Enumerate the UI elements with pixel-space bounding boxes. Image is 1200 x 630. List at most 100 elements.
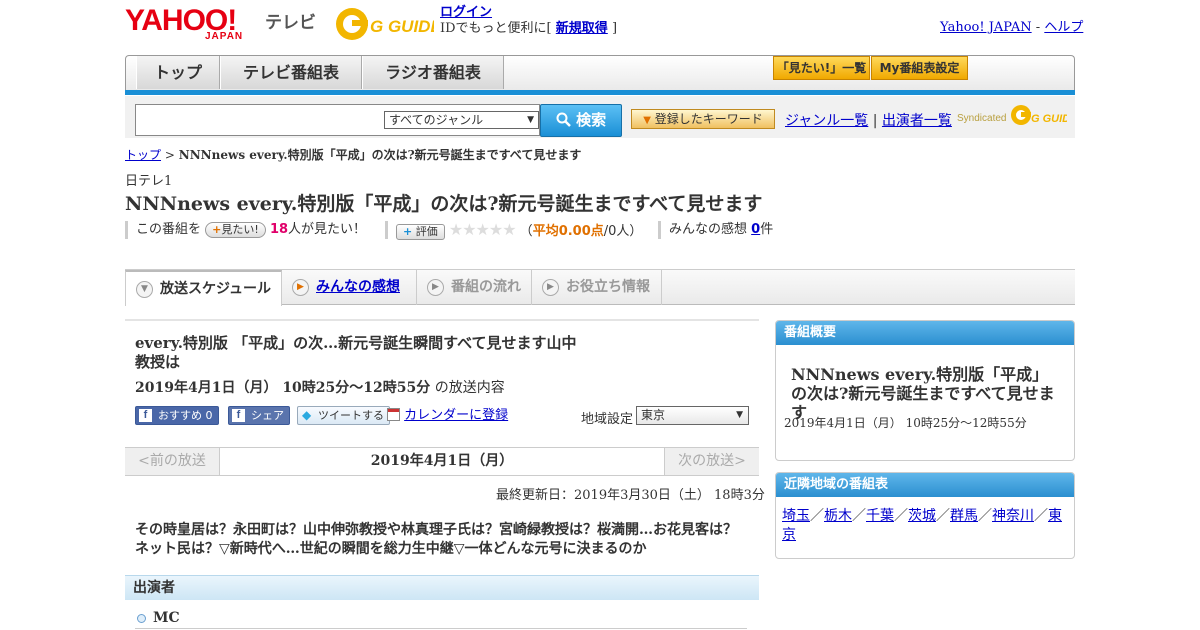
mitai-button-label: 見たい!	[221, 222, 259, 236]
registered-keywords-label: 登録したキーワード	[654, 112, 763, 126]
chevron-down-icon: ▼	[736, 410, 743, 420]
facebook-recommend-label: おすすめ 0	[158, 409, 213, 422]
register-link[interactable]: 新規取得	[556, 21, 608, 36]
region-link-saitama[interactable]: 埼玉	[782, 508, 810, 524]
mitai-segment: この番組を +見たい! 18人が見たい！	[125, 221, 366, 239]
breadcrumb-current: NNNnews every.特別版「平成」の次は?新元号誕生まですべて見せます	[178, 148, 582, 162]
program-summary-box: 番組概要 NNNnews every.特別版「平成」の次は?新元号誕生まですべて…	[775, 320, 1075, 461]
tab-useful-info[interactable]: ▶ お役立ち情報	[532, 270, 662, 305]
rating-open: （	[519, 224, 533, 239]
logo-japan-text: JAPAN	[205, 31, 244, 42]
calendar-register[interactable]: カレンダーに登録	[387, 407, 508, 426]
facebook-share-label: シェア	[251, 409, 284, 422]
region-select[interactable]: 東京 ▼	[636, 406, 749, 425]
arrow-right-circle-icon: ▶	[292, 279, 309, 296]
bullet-icon	[137, 613, 146, 623]
tab-label: 放送スケジュール	[160, 281, 272, 297]
facebook-recommend-button[interactable]: f おすすめ 0	[135, 406, 219, 425]
arrow-down-icon: ▼	[643, 115, 651, 126]
rate-button[interactable]: + 評価	[396, 223, 445, 240]
star-icon: ★	[475, 220, 490, 239]
mitai-button[interactable]: +見たい!	[205, 221, 266, 238]
region-sep: ／	[1034, 508, 1048, 524]
top-right-sep: -	[1035, 20, 1041, 35]
program-summary-heading: 番組概要	[776, 321, 1074, 345]
episode-date-suffix: の放送内容	[434, 380, 505, 396]
search-button[interactable]: 検索	[540, 104, 622, 137]
region-link-chiba[interactable]: 千葉	[866, 508, 894, 524]
nav-tab-top[interactable]: トップ	[136, 56, 220, 89]
facebook-share-button[interactable]: f シェア	[228, 406, 290, 425]
episode-date-row: 2019年4月1日（月） 10時25分～12時55分 の放送内容	[135, 377, 505, 397]
genre-list-link[interactable]: ジャンル一覧	[785, 113, 868, 129]
region-sep: ／	[936, 508, 950, 524]
last-updated: 最終更新日：2019年3月30日（土） 18時3分	[496, 488, 765, 503]
twitter-bird-icon: ◆	[302, 408, 312, 422]
performer-list-link[interactable]: 出演者一覧	[882, 113, 952, 129]
mitai-suffix: 人が見たい！	[288, 222, 367, 237]
region-link-ibaraki[interactable]: 茨城	[908, 508, 936, 524]
help-link[interactable]: ヘルプ	[1044, 20, 1083, 35]
prev-broadcast-button[interactable]: <前の放送	[125, 448, 220, 475]
tab-program-flow[interactable]: ▶ 番組の流れ	[417, 270, 532, 305]
tv-logo-text: テレビ	[265, 13, 316, 33]
tab-impressions[interactable]: ▶ みんなの感想	[282, 270, 417, 305]
channel-name: 日テレ1	[125, 174, 173, 189]
gguide-logo[interactable]: G GUIDE	[334, 6, 442, 42]
episode-date: 2019年4月1日（月） 10時25分～12時55分	[135, 380, 431, 396]
tweet-button[interactable]: ◆ ツイートする	[297, 406, 390, 425]
calendar-register-link[interactable]: カレンダーに登録	[404, 408, 508, 423]
next-broadcast-button[interactable]: 次の放送>	[664, 448, 759, 475]
mitai-count: 18	[269, 222, 289, 237]
current-day: 2019年4月1日（月）	[220, 448, 664, 475]
tab-label: お役立ち情報	[566, 279, 650, 295]
registered-keywords-button[interactable]: ▼ 登録したキーワード	[631, 109, 775, 129]
region-sep: ／	[894, 508, 908, 524]
episode-title: every.特別版 「平成」の次…新元号誕生瞬間すべて見せます山中教授は	[135, 334, 577, 371]
star-icon: ★	[488, 220, 503, 239]
region-link-kanagawa[interactable]: 神奈川	[992, 508, 1034, 524]
rating-average: 平均0.00点	[532, 224, 604, 239]
login-link[interactable]: ログイン	[440, 5, 492, 20]
yahoo-japan-link[interactable]: Yahoo! JAPAN	[940, 20, 1032, 35]
nav-tab-tv-schedule[interactable]: テレビ番組表	[220, 56, 362, 89]
rating-people: /0人）	[603, 224, 643, 239]
breadcrumb-top-link[interactable]: トップ	[125, 148, 161, 162]
day-navigation: <前の放送 2019年4月1日（月） 次の放送>	[125, 447, 759, 476]
impressions-label: みんなの感想	[669, 222, 748, 237]
nearby-regions-heading: 近隣地域の番組表	[776, 473, 1074, 497]
cast-role: MC	[153, 610, 180, 626]
search-button-label: 検索	[576, 111, 607, 129]
region-sep: ／	[978, 508, 992, 524]
impressions-suffix: 件	[760, 222, 774, 237]
my-schedule-settings-button[interactable]: My番組表設定	[871, 56, 968, 80]
tab-label: 番組の流れ	[451, 279, 521, 295]
tab-broadcast-schedule[interactable]: ▼ 放送スケジュール	[125, 270, 282, 306]
region-link-tochigi[interactable]: 栃木	[824, 508, 852, 524]
genre-select-value: すべてのジャンル	[389, 113, 484, 127]
impressions-count-link[interactable]: 0	[751, 222, 760, 237]
plus-icon: +	[403, 224, 413, 238]
mitai-list-button[interactable]: 「見たい!」一覧	[773, 56, 870, 80]
program-meta-row: この番組を +見たい! 18人が見たい！ + 評価 ★★★★★ （平均0.00点…	[125, 221, 825, 241]
search-links: ジャンル一覧 | 出演者一覧	[785, 110, 952, 130]
breadcrumb: トップ > NNNnews every.特別版「平成」の次は?新元号誕生まですべ…	[125, 146, 581, 163]
login-sub-prefix: IDでもっと便利に[	[440, 21, 552, 36]
login-box: ログイン IDでもっと便利に[ 新規取得 ]	[440, 5, 617, 37]
search-links-divider: |	[872, 113, 878, 129]
facebook-icon: f	[232, 409, 245, 422]
login-sub-suffix: ]	[611, 21, 618, 36]
global-nav: トップ テレビ番組表 ラジオ番組表 「見たい!」一覧 My番組表設定	[125, 55, 1075, 93]
region-link-gunma[interactable]: 群馬	[950, 508, 978, 524]
nav-tab-radio-schedule[interactable]: ラジオ番組表	[362, 56, 504, 89]
nearby-regions-box: 近隣地域の番組表 埼玉／栃木／千葉／茨城／群馬／神奈川／東京	[775, 472, 1075, 559]
tab-label: みんなの感想	[316, 279, 400, 295]
episode-description: その時皇居は？永田町は？山中伸弥教授や林真理子氏は？宮崎緑教授は？桜満開…お花見…	[135, 522, 737, 557]
yahoo-japan-logo[interactable]: YAHOO! JAPAN	[125, 6, 242, 42]
syndicated-gguide-text: G GUIDE	[1031, 113, 1067, 125]
facebook-icon: f	[139, 409, 152, 422]
genre-select[interactable]: すべてのジャンル ▼	[384, 111, 539, 129]
cast-heading: 出演者	[125, 575, 759, 600]
region-sep: ／	[810, 508, 824, 524]
nearby-regions-links: 埼玉／栃木／千葉／茨城／群馬／神奈川／東京	[782, 507, 1067, 545]
